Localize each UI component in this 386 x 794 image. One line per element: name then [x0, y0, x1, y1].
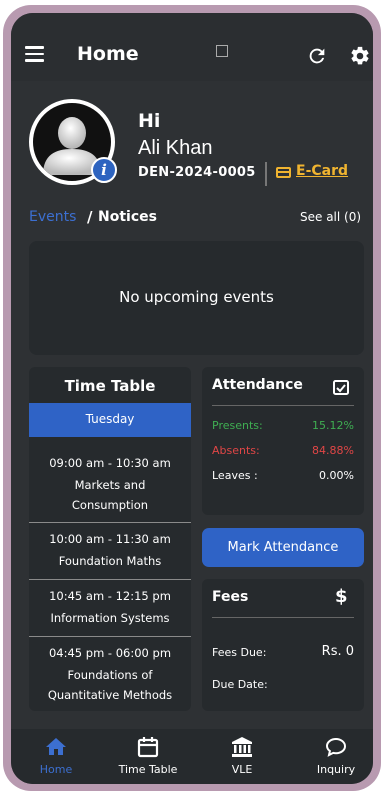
student-name: Ali Khan [138, 137, 213, 159]
top-app-bar: Home [11, 13, 373, 81]
fees-card[interactable]: Fees $ Fees Due: Rs. 0 Due Date: [202, 579, 364, 711]
timetable-slot-course: Foundation Maths [58, 554, 162, 568]
card-icon[interactable] [276, 167, 291, 178]
attendance-card[interactable]: Attendance Presents: 15.12% Absents: 84.… [202, 367, 364, 515]
nav-item-inquiry[interactable]: Inquiry [291, 735, 373, 776]
greeting: Hi [138, 110, 161, 132]
student-id: DEN-2024-0005 [138, 165, 256, 180]
presents-value: 15.12% [312, 419, 354, 432]
mark-attendance-button[interactable]: Mark Attendance [202, 528, 364, 567]
timetable-card[interactable]: Time Table Tuesday 09:00 am - 10:30 am M… [29, 367, 191, 711]
nav-label-vle: VLE [231, 763, 253, 776]
absents-label: Absents: [212, 444, 260, 457]
menu-icon[interactable] [25, 46, 44, 66]
see-all-link[interactable]: See all (0) [300, 210, 361, 224]
nav-label-home: Home [39, 763, 73, 776]
fees-due-value: Rs. 0 [321, 644, 354, 659]
tab-separator: / [87, 208, 93, 226]
calendar-icon [137, 737, 159, 758]
attendance-title: Attendance [212, 377, 303, 393]
tab-notices[interactable]: Notices [98, 209, 157, 225]
page-title: Home [77, 43, 139, 65]
leaves-label: Leaves : [212, 469, 258, 482]
refresh-icon[interactable] [306, 45, 328, 67]
device-frame: Home i Hi Ali Khan DEN-2024-0005 E-Card … [3, 5, 381, 791]
timetable-slot-course: Quantitative Methods [47, 688, 173, 702]
nav-item-home[interactable]: Home [11, 735, 101, 776]
empty-events-message: No upcoming events [119, 288, 274, 306]
slot-divider [29, 636, 191, 637]
timetable-slot-course: Markets and [74, 478, 146, 492]
info-icon[interactable]: i [91, 157, 117, 183]
nav-label-timetable: Time Table [118, 763, 178, 776]
chat-icon [325, 737, 347, 757]
timetable-slot-time: 10:45 am - 12:15 pm [49, 589, 171, 603]
events-card: No upcoming events [29, 241, 364, 355]
slot-divider [29, 522, 191, 523]
dollar-icon: $ [335, 586, 348, 607]
timetable-title: Time Table [64, 377, 156, 395]
absents-value: 84.88% [312, 444, 354, 457]
timetable-slot-course: Information Systems [50, 611, 170, 625]
bottom-navigation: Home Time Table VLE Inquiry [11, 729, 373, 784]
timetable-day: Tuesday [29, 403, 191, 437]
app-screen: Home i Hi Ali Khan DEN-2024-0005 E-Card … [11, 13, 373, 784]
timetable-slot-time: 04:45 pm - 06:00 pm [48, 646, 172, 660]
home-icon [46, 738, 66, 755]
divider [212, 617, 354, 618]
camera-icon [216, 45, 228, 57]
due-date-label: Due Date: [212, 678, 268, 691]
timetable-slot-time: 10:00 am - 11:30 am [49, 532, 171, 546]
timetable-slot-time: 09:00 am - 10:30 am [49, 456, 171, 470]
nav-item-timetable[interactable]: Time Table [103, 735, 193, 776]
nav-label-inquiry: Inquiry [316, 763, 356, 776]
slot-divider [29, 579, 191, 580]
leaves-value: 0.00% [319, 469, 354, 482]
checkbox-calendar-icon [333, 380, 349, 395]
divider [212, 405, 354, 406]
gear-icon[interactable] [349, 45, 371, 67]
presents-label: Presents: [212, 419, 263, 432]
nav-item-vle[interactable]: VLE [197, 735, 287, 776]
bank-icon [232, 737, 252, 757]
tab-events[interactable]: Events [29, 209, 76, 225]
timetable-slot-course: Foundations of [67, 668, 153, 682]
divider [265, 162, 267, 186]
fees-due-label: Fees Due: [212, 646, 267, 659]
ecard-link[interactable]: E-Card [296, 163, 348, 179]
fees-title: Fees [212, 589, 249, 605]
timetable-slot-course: Consumption [71, 498, 149, 512]
